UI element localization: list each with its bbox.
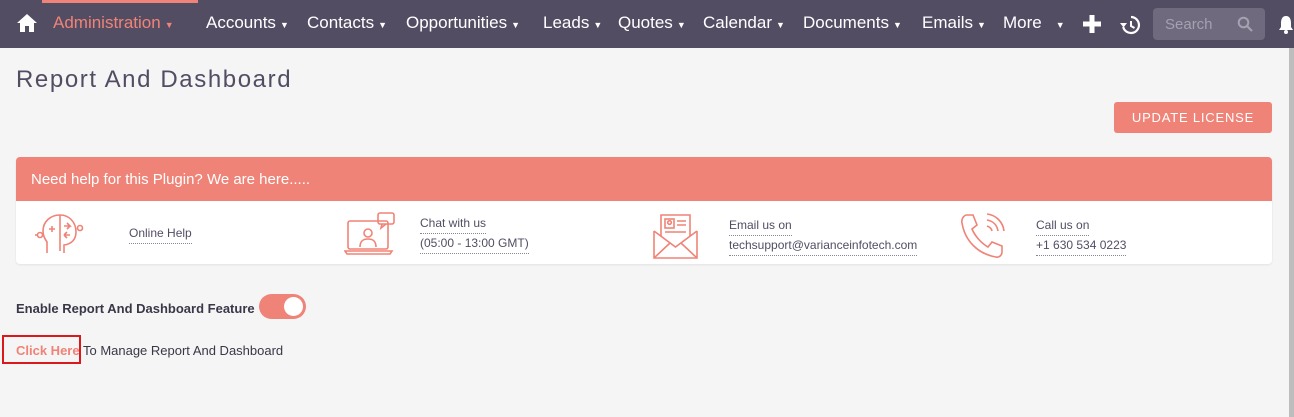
plus-icon[interactable]	[1080, 12, 1104, 36]
menu-accounts-label: Accounts	[206, 13, 276, 32]
online-help-text: Online Help	[129, 224, 192, 244]
chat-label: Chat with us	[420, 214, 487, 234]
email-envelope-icon	[653, 214, 698, 259]
email-link[interactable]: techsupport@varianceinfotech.com	[729, 236, 918, 256]
bell-icon[interactable]	[1278, 14, 1294, 34]
online-help-item[interactable]: Online Help	[34, 211, 192, 257]
call-help-text: Call us on +1 630 534 0223	[1036, 216, 1127, 256]
email-address: techsupport@varianceinfotech.com	[729, 236, 918, 256]
brain-help-icon	[35, 214, 84, 253]
chevron-down-icon: ▼	[593, 20, 603, 30]
page-title: Report And Dashboard	[16, 66, 293, 93]
top-navbar: Administration ▼ Accounts ▼ Contacts ▼ Oppo…	[0, 0, 1294, 48]
chevron-down-icon: ▼	[1055, 20, 1065, 30]
home-icon[interactable]	[16, 12, 38, 34]
call-help-item[interactable]: Call us on +1 630 534 0223	[960, 211, 1127, 261]
menu-more[interactable]: More ▼	[1003, 13, 1065, 33]
call-label: Call us on	[1036, 216, 1090, 236]
menu-opportunities[interactable]: Opportunities ▼	[406, 13, 520, 33]
chevron-down-icon: ▼	[676, 20, 686, 30]
chat-monitor-icon	[344, 212, 395, 255]
toggle-knob	[284, 297, 303, 316]
chevron-down-icon: ▼	[279, 20, 289, 30]
history-icon[interactable]	[1119, 14, 1141, 36]
enable-feature-label: Enable Report And Dashboard Feature	[16, 301, 255, 316]
menu-contacts-label: Contacts	[307, 13, 375, 32]
call-number: +1 630 534 0223	[1036, 236, 1127, 256]
chat-hours: (05:00 - 13:00 GMT)	[420, 234, 529, 254]
menu-calendar[interactable]: Calendar ▼	[703, 13, 785, 33]
scrollbar-thumb[interactable]	[1289, 48, 1294, 417]
chevron-down-icon: ▼	[164, 20, 174, 30]
menu-emails[interactable]: Emails ▼	[922, 13, 986, 33]
email-help-item[interactable]: Email us on techsupport@varianceinfotech…	[652, 211, 918, 261]
help-panel-header: Need help for this Plugin? We are here..…	[16, 157, 1272, 201]
call-link[interactable]: +1 630 534 0223	[1036, 236, 1127, 256]
chevron-down-icon: ▼	[511, 20, 521, 30]
help-panel: Need help for this Plugin? We are here..…	[16, 157, 1272, 264]
chevron-down-icon: ▼	[776, 20, 785, 30]
menu-more-label: More	[1003, 13, 1042, 32]
update-license-button[interactable]: UPDATE LICENSE	[1114, 102, 1272, 133]
menu-quotes[interactable]: Quotes ▼	[618, 13, 686, 33]
menu-opportunities-label: Opportunities	[406, 13, 508, 32]
menu-administration[interactable]: Administration ▼	[53, 13, 174, 33]
highlight-box	[2, 335, 81, 364]
online-help-link[interactable]: Online Help	[129, 224, 192, 244]
search-icon[interactable]	[1237, 16, 1253, 32]
menu-leads[interactable]: Leads ▼	[543, 13, 602, 33]
menu-documents[interactable]: Documents ▼	[803, 13, 902, 33]
menu-documents-label: Documents	[803, 13, 889, 32]
email-help-text: Email us on techsupport@varianceinfotech…	[729, 216, 918, 256]
search-box	[1153, 8, 1265, 40]
page-scrollbar[interactable]	[1289, 48, 1294, 417]
manage-text: To Manage Report And Dashboard	[79, 343, 284, 358]
phone-icon	[961, 213, 1005, 258]
menu-emails-label: Emails	[922, 13, 974, 32]
chevron-down-icon: ▼	[378, 20, 388, 30]
menu-contacts[interactable]: Contacts ▼	[307, 13, 387, 33]
online-help-label: Online Help	[129, 224, 192, 244]
menu-administration-label: Administration	[53, 13, 161, 32]
chevron-down-icon: ▼	[977, 20, 986, 30]
email-label: Email us on	[729, 216, 792, 236]
chevron-down-icon: ▼	[892, 20, 902, 30]
chat-help-item[interactable]: Chat with us (05:00 - 13:00 GMT)	[344, 211, 529, 257]
enable-feature-toggle[interactable]	[259, 294, 306, 319]
menu-accounts[interactable]: Accounts ▼	[206, 13, 289, 33]
active-menu-indicator	[42, 0, 198, 3]
menu-leads-label: Leads	[543, 13, 590, 32]
menu-calendar-label: Calendar	[703, 13, 772, 32]
menu-quotes-label: Quotes	[618, 13, 673, 32]
chat-help-text: Chat with us (05:00 - 13:00 GMT)	[420, 214, 529, 254]
